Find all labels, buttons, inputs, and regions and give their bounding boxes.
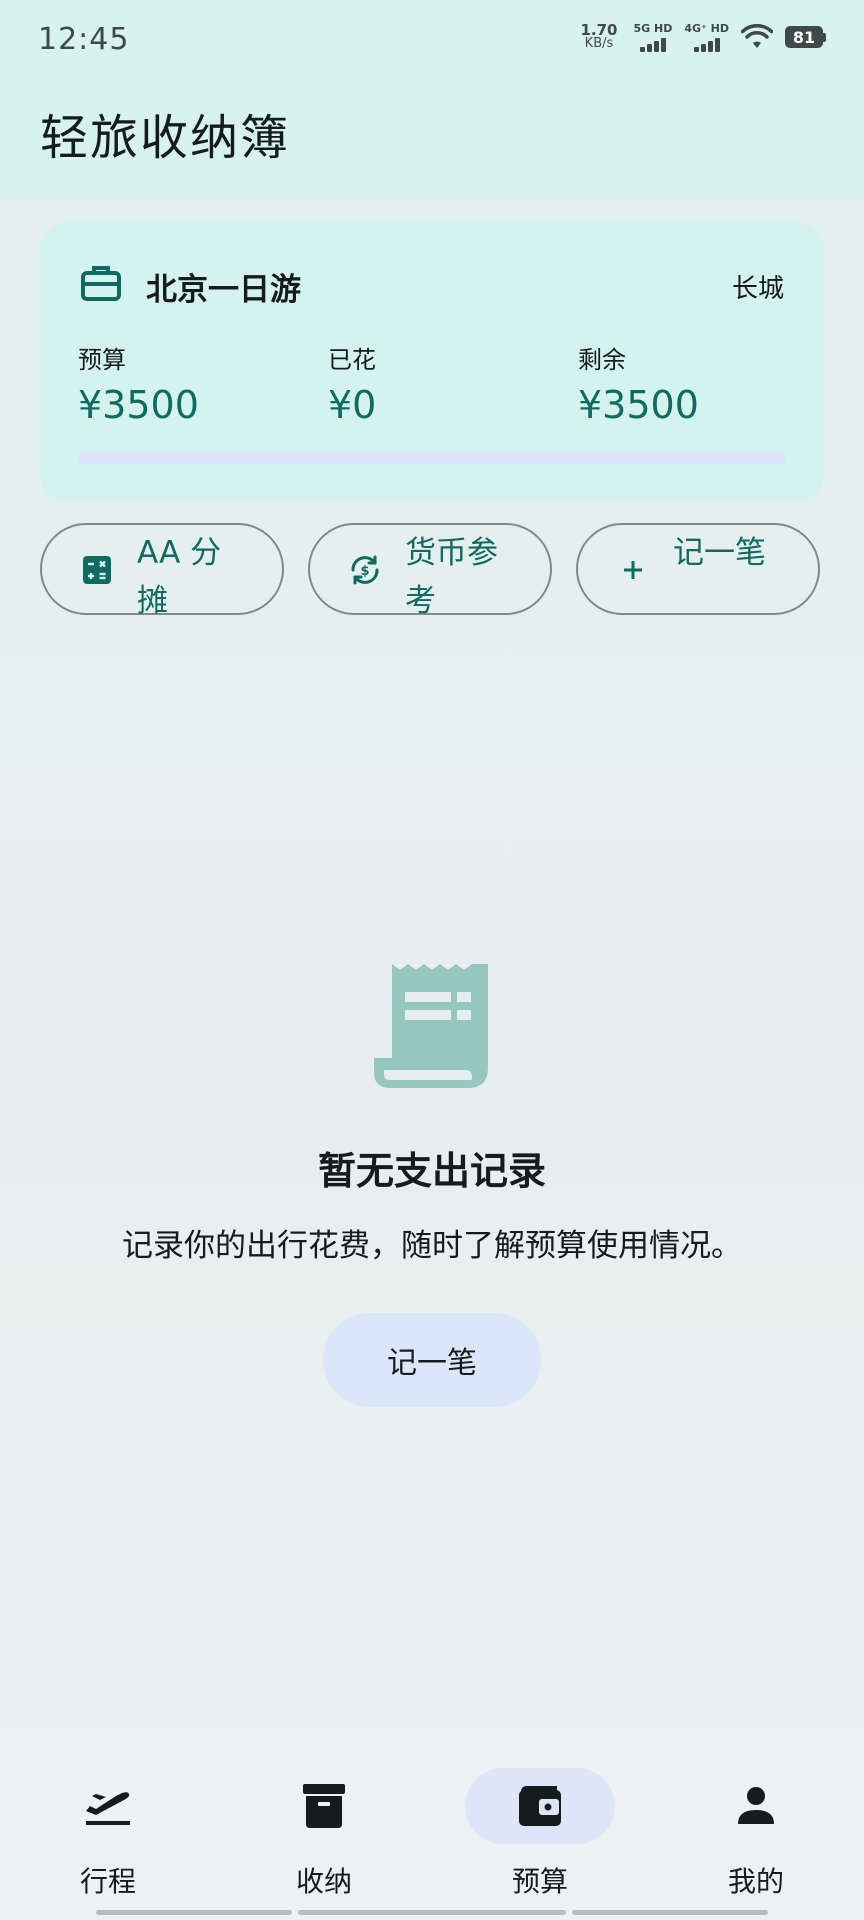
budget-value: ¥3500 bbox=[78, 383, 199, 427]
svg-text:$: $ bbox=[360, 564, 369, 579]
spent-value: ¥0 bbox=[328, 383, 377, 427]
receipt-icon bbox=[374, 964, 488, 1088]
gesture-bar-center[interactable] bbox=[298, 1910, 566, 1915]
trip-destination: 长城 bbox=[731, 274, 784, 304]
briefcase-icon bbox=[81, 266, 121, 301]
gesture-bar-right bbox=[572, 1910, 768, 1915]
remaining-stat: 剩余 ¥3500 bbox=[578, 340, 699, 427]
network-speed: 1.70 KB/s bbox=[580, 23, 617, 51]
nav-label-trips: 行程 bbox=[79, 1865, 136, 1898]
network-speed-unit: KB/s bbox=[584, 36, 614, 51]
nav-item-me[interactable]: 我的 bbox=[648, 1768, 864, 1900]
currency-reference-label: 货币参考 bbox=[405, 535, 498, 619]
budget-label: 预算 bbox=[78, 346, 126, 374]
sim2-signal-icon: 4G⁺ HD bbox=[684, 22, 729, 52]
archive-box-icon bbox=[303, 1784, 345, 1828]
budget-progress-bar bbox=[78, 452, 786, 464]
sim2-label: 4G⁺ HD bbox=[684, 22, 729, 35]
app-title: 轻旅收纳簿 bbox=[40, 110, 291, 166]
sim1-signal-icon: 5G HD bbox=[633, 22, 672, 52]
add-record-chip-button[interactable]: 记一笔 bbox=[576, 523, 820, 615]
aa-split-label: AA 分摊 bbox=[137, 535, 222, 619]
battery-level: 81 bbox=[785, 26, 823, 48]
aa-split-button[interactable]: AA 分摊 bbox=[40, 523, 284, 619]
trip-summary-card[interactable]: 北京一日游 长城 预算 ¥3500 已花 ¥0 剩余 ¥3500 bbox=[40, 222, 824, 502]
calculator-icon bbox=[83, 556, 111, 584]
budget-stat: 预算 ¥3500 bbox=[78, 340, 199, 427]
add-record-chip-label: 记一笔 bbox=[673, 535, 766, 571]
nav-item-budget[interactable]: 预算 bbox=[432, 1768, 648, 1900]
plus-icon bbox=[624, 561, 642, 579]
wifi-icon bbox=[741, 24, 773, 48]
flight-takeoff-icon bbox=[86, 1792, 130, 1825]
person-icon bbox=[738, 1787, 774, 1824]
nav-label-storage: 收纳 bbox=[295, 1865, 352, 1898]
remaining-value: ¥3500 bbox=[578, 383, 699, 427]
currency-exchange-icon: $ bbox=[351, 555, 379, 585]
gesture-bar-left bbox=[96, 1910, 292, 1915]
nav-label-budget: 预算 bbox=[511, 1865, 568, 1898]
nav-item-trips[interactable]: 行程 bbox=[0, 1768, 216, 1900]
network-speed-value: 1.70 bbox=[580, 21, 618, 39]
nav-label-me: 我的 bbox=[727, 1865, 784, 1898]
empty-state-title: 暂无支出记录 bbox=[317, 1149, 546, 1193]
status-time: 12:45 bbox=[38, 22, 130, 57]
trip-name: 北京一日游 bbox=[146, 272, 301, 308]
currency-reference-button[interactable]: $ 货币参考 bbox=[308, 523, 552, 619]
add-record-button[interactable]: 记一笔 bbox=[323, 1313, 541, 1407]
spent-stat: 已花 ¥0 bbox=[328, 340, 376, 427]
spent-label: 已花 bbox=[328, 346, 376, 374]
status-icons: 1.70 KB/s 5G HD 4G⁺ HD 81 bbox=[580, 22, 826, 52]
battery-icon: 81 bbox=[785, 26, 826, 48]
top-app-bar: 12:45 1.70 KB/s 5G HD 4G⁺ HD 81 轻旅收纳簿 bbox=[0, 0, 864, 200]
nav-item-storage[interactable]: 收纳 bbox=[216, 1768, 432, 1900]
bottom-navigation: 行程 收纳 预算 我的 bbox=[0, 1728, 864, 1920]
wallet-icon bbox=[519, 1786, 561, 1826]
empty-state-subtitle: 记录你的出行花费，随时了解预算使用情况。 bbox=[122, 1228, 742, 1264]
remaining-label: 剩余 bbox=[578, 346, 626, 374]
sim1-label: 5G HD bbox=[633, 22, 673, 35]
